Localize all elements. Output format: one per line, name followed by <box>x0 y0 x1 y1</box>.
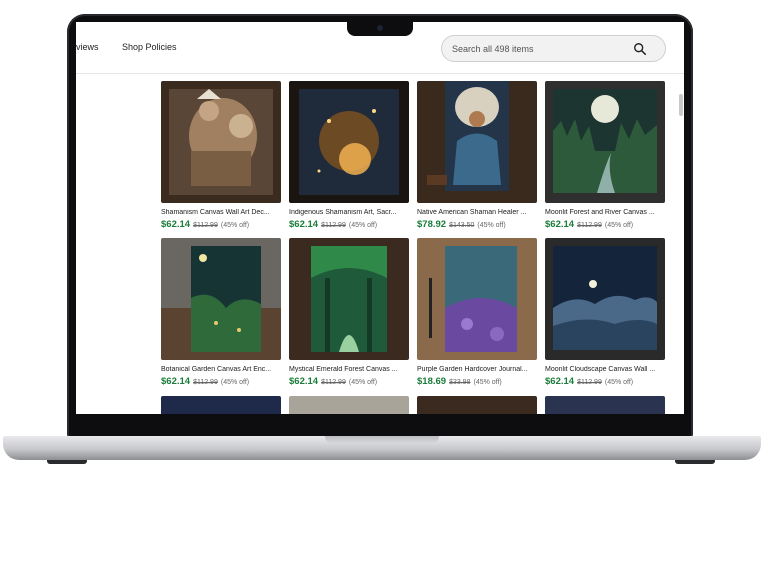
discount-label: (45% off) <box>477 222 506 229</box>
product-image[interactable] <box>289 396 409 414</box>
original-price: $112.99 <box>193 379 218 386</box>
product-image[interactable] <box>417 238 537 360</box>
product-title[interactable]: Shamanism Canvas Wall Art Dec... <box>161 209 281 216</box>
product-image[interactable] <box>289 238 409 360</box>
product-card[interactable] <box>289 396 409 414</box>
price-row: $78.92 $143.50 (45% off) <box>417 219 537 230</box>
product-card[interactable]: Moonlit Cloudscape Canvas Wall ... $62.1… <box>545 238 665 387</box>
product-card[interactable]: Botanical Garden Canvas Art Enc... $62.1… <box>161 238 281 387</box>
search-icon[interactable] <box>633 42 647 56</box>
product-image[interactable] <box>417 81 537 203</box>
nav-shop-policies-link[interactable]: Shop Policies <box>122 42 177 52</box>
price-row: $62.14 $112.99 (45% off) <box>289 376 409 387</box>
search-placeholder: Search all 498 items <box>452 44 534 54</box>
product-card[interactable] <box>417 396 537 414</box>
discount-label: (45% off) <box>604 222 634 229</box>
original-price: $143.50 <box>449 222 475 229</box>
product-card[interactable] <box>161 396 281 414</box>
sale-price: $78.92 <box>417 219 447 230</box>
sale-price: $18.69 <box>417 376 447 387</box>
sale-price: $62.14 <box>289 376 319 387</box>
product-card[interactable]: Indigenous Shamanism Art, Sacr... $62.14… <box>289 81 409 230</box>
product-card[interactable] <box>545 396 665 414</box>
product-card[interactable]: Purple Garden Hardcover Journal... $18.6… <box>417 238 537 387</box>
product-image[interactable] <box>161 396 281 414</box>
price-row: $18.69 $33.98 (45% off) <box>417 376 537 387</box>
product-title[interactable]: Botanical Garden Canvas Art Enc... <box>161 366 281 373</box>
product-title[interactable]: Moonlit Cloudscape Canvas Wall ... <box>545 366 665 373</box>
discount-label: (45% off) <box>348 379 378 386</box>
price-row: $62.14 $112.99 (45% off) <box>289 219 409 230</box>
sale-price: $62.14 <box>545 376 575 387</box>
sale-price: $62.14 <box>545 219 575 230</box>
laptop-base <box>3 436 761 460</box>
search-input[interactable]: Search all 498 items <box>441 35 666 62</box>
original-price: $112.99 <box>193 222 218 229</box>
original-price: $112.99 <box>321 222 346 229</box>
product-image[interactable] <box>545 238 665 360</box>
product-image[interactable] <box>545 81 665 203</box>
product-title[interactable]: Indigenous Shamanism Art, Sacr... <box>289 209 409 216</box>
product-image[interactable] <box>161 81 281 203</box>
laptop-opening-groove <box>325 436 439 444</box>
sale-price: $62.14 <box>161 376 191 387</box>
discount-label: (45% off) <box>348 222 378 229</box>
product-image[interactable] <box>161 238 281 360</box>
product-card[interactable]: Mystical Emerald Forest Canvas ... $62.1… <box>289 238 409 387</box>
laptop-foot <box>675 460 715 464</box>
laptop-foot <box>47 460 87 464</box>
scrollbar-thumb[interactable] <box>679 94 683 116</box>
price-row: $62.14 $112.99 (45% off) <box>161 219 281 230</box>
price-row: $62.14 $112.99 (45% off) <box>545 219 665 230</box>
price-row: $62.14 $112.99 (45% off) <box>161 376 281 387</box>
sale-price: $62.14 <box>289 219 319 230</box>
discount-label: (45% off) <box>473 379 502 386</box>
laptop-notch <box>347 22 413 36</box>
product-card[interactable]: Moonlit Forest and River Canvas ... $62.… <box>545 81 665 230</box>
product-image[interactable] <box>417 396 537 414</box>
discount-label: (45% off) <box>604 379 634 386</box>
discount-label: (45% off) <box>220 222 250 229</box>
original-price: $112.99 <box>577 379 602 386</box>
camera-icon <box>377 25 383 31</box>
shop-screen: views Shop Policies Search all 498 items <box>76 22 684 414</box>
nav-reviews-link[interactable]: views <box>76 42 99 52</box>
product-title[interactable]: Native American Shaman Healer ... <box>417 209 537 216</box>
original-price: $33.98 <box>449 379 471 386</box>
product-title[interactable]: Mystical Emerald Forest Canvas ... <box>289 366 409 373</box>
original-price: $112.99 <box>577 222 602 229</box>
product-image[interactable] <box>289 81 409 203</box>
price-row: $62.14 $112.99 (45% off) <box>545 376 665 387</box>
discount-label: (45% off) <box>220 379 250 386</box>
product-title[interactable]: Purple Garden Hardcover Journal... <box>417 366 537 373</box>
product-title[interactable]: Moonlit Forest and River Canvas ... <box>545 209 665 216</box>
product-card[interactable]: Native American Shaman Healer ... $78.92… <box>417 81 537 230</box>
sale-price: $62.14 <box>161 219 191 230</box>
product-card[interactable]: Shamanism Canvas Wall Art Dec... $62.14 $… <box>161 81 281 230</box>
original-price: $112.99 <box>321 379 346 386</box>
product-image[interactable] <box>545 396 665 414</box>
